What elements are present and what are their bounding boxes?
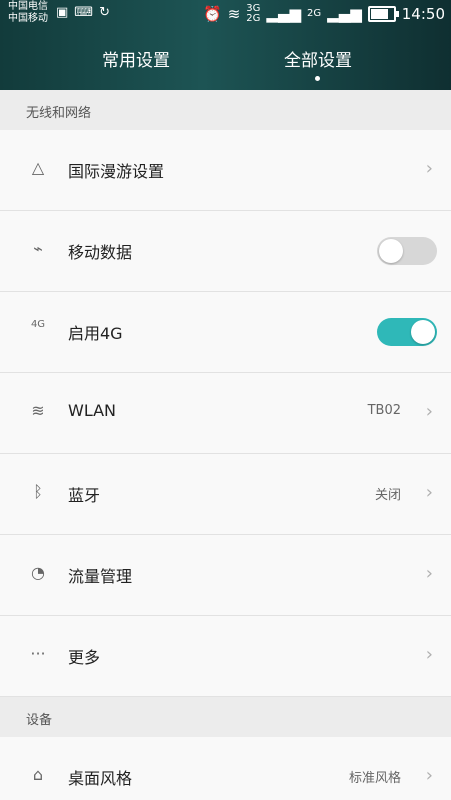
gauge-icon: ◔ xyxy=(31,563,45,582)
wlan-value: TB02 xyxy=(367,403,401,418)
setting-label-4g: 启用4G xyxy=(68,324,123,343)
chevron-right-icon: › xyxy=(425,644,433,665)
alarm-icon: ⏰ xyxy=(203,5,222,23)
section-header-wireless: 无线和网络 xyxy=(0,90,451,130)
sync-icon: ↻ xyxy=(99,5,110,20)
4g-signal-icon: 4G xyxy=(30,319,46,330)
tab-all-settings[interactable]: 全部设置 xyxy=(248,46,388,71)
setting-row-data-usage[interactable]: ◔ 流量管理 › xyxy=(0,535,451,616)
theme-value: 标准风格 xyxy=(348,771,401,786)
top-header: 中国电信 中国移动 ▣ ⌨ ↻ ⏰ ≋ 3G 2G ▂▄▆ 2G ▂▄▆ 14:5… xyxy=(0,0,451,90)
network-2g-label: 2G xyxy=(307,8,322,19)
toggle-knob xyxy=(411,320,435,344)
active-tab-indicator xyxy=(315,76,320,81)
enable-4g-toggle[interactable] xyxy=(377,318,437,346)
chevron-right-icon: › xyxy=(425,401,433,422)
signal-icon-2: ▂▄▆ xyxy=(327,5,362,23)
setting-label-theme: 桌面风格 xyxy=(68,769,133,788)
signal-icon-1: ▂▄▆ xyxy=(266,5,302,23)
status-left-icons: ▣ ⌨ ↻ xyxy=(56,5,110,20)
setting-label-data-usage: 流量管理 xyxy=(68,567,133,586)
setting-label-more: 更多 xyxy=(68,648,101,667)
battery-fill xyxy=(370,9,389,19)
chevron-right-icon: › xyxy=(425,158,433,179)
setting-label-bluetooth: 蓝牙 xyxy=(68,486,101,505)
setting-row-bluetooth[interactable]: ᛒ 蓝牙 关闭 › xyxy=(0,454,451,535)
setting-row-4g[interactable]: 4G 启用4G xyxy=(0,292,451,373)
battery-icon xyxy=(367,6,399,22)
status-bar: 中国电信 中国移动 ▣ ⌨ ↻ ⏰ ≋ 3G 2G ▂▄▆ 2G ▂▄▆ 14:5… xyxy=(0,0,451,32)
status-time: 14:50 xyxy=(401,5,445,23)
keyboard-icon: ⌨ xyxy=(74,5,94,20)
more-icon: ··· xyxy=(30,644,46,663)
tab-bar: 常用设置 全部设置 xyxy=(0,32,451,90)
tab-common-settings[interactable]: 常用设置 xyxy=(66,46,206,71)
setting-row-more[interactable]: ··· 更多 › xyxy=(0,616,451,697)
setting-label-mobile-data: 移动数据 xyxy=(68,243,133,262)
setting-row-roaming[interactable]: △ 国际漫游设置 › xyxy=(0,130,451,211)
section-header-device: 设备 xyxy=(0,697,451,737)
chevron-right-icon: › xyxy=(425,563,433,584)
network-3g-label: 3G 2G xyxy=(246,3,261,24)
bluetooth-value: 关闭 xyxy=(374,488,401,503)
carrier-labels: 中国电信 中国移动 xyxy=(8,1,48,25)
bluetooth-icon: ᛒ xyxy=(33,482,43,501)
section-title-wireless: 无线和网络 xyxy=(26,106,92,121)
section-title-device: 设备 xyxy=(26,713,53,728)
home-icon: ⌂ xyxy=(32,765,44,784)
carrier-2: 中国移动 xyxy=(8,13,48,24)
setting-row-wlan[interactable]: ≋ WLAN TB02 › xyxy=(0,373,451,454)
signal-icon: ⌁ xyxy=(33,239,43,258)
setting-label-wlan: WLAN xyxy=(68,401,117,420)
status-right: ⏰ ≋ 3G 2G ▂▄▆ 2G ▂▄▆ 14:50 xyxy=(203,4,445,24)
wifi-icon: ≋ xyxy=(31,401,45,420)
chevron-right-icon: › xyxy=(425,765,433,786)
setting-row-mobile-data[interactable]: ⌁ 移动数据 xyxy=(0,211,451,292)
wifi-status-icon: ≋ xyxy=(227,5,241,23)
triangle-icon: △ xyxy=(31,158,45,177)
chevron-right-icon: › xyxy=(425,482,433,503)
carrier-1: 中国电信 xyxy=(8,1,48,12)
image-icon: ▣ xyxy=(56,5,69,20)
setting-row-theme[interactable]: ⌂ 桌面风格 标准风格 › xyxy=(0,737,451,800)
toggle-knob xyxy=(379,239,403,263)
mobile-data-toggle[interactable] xyxy=(377,237,437,265)
setting-label-roaming: 国际漫游设置 xyxy=(68,162,165,181)
